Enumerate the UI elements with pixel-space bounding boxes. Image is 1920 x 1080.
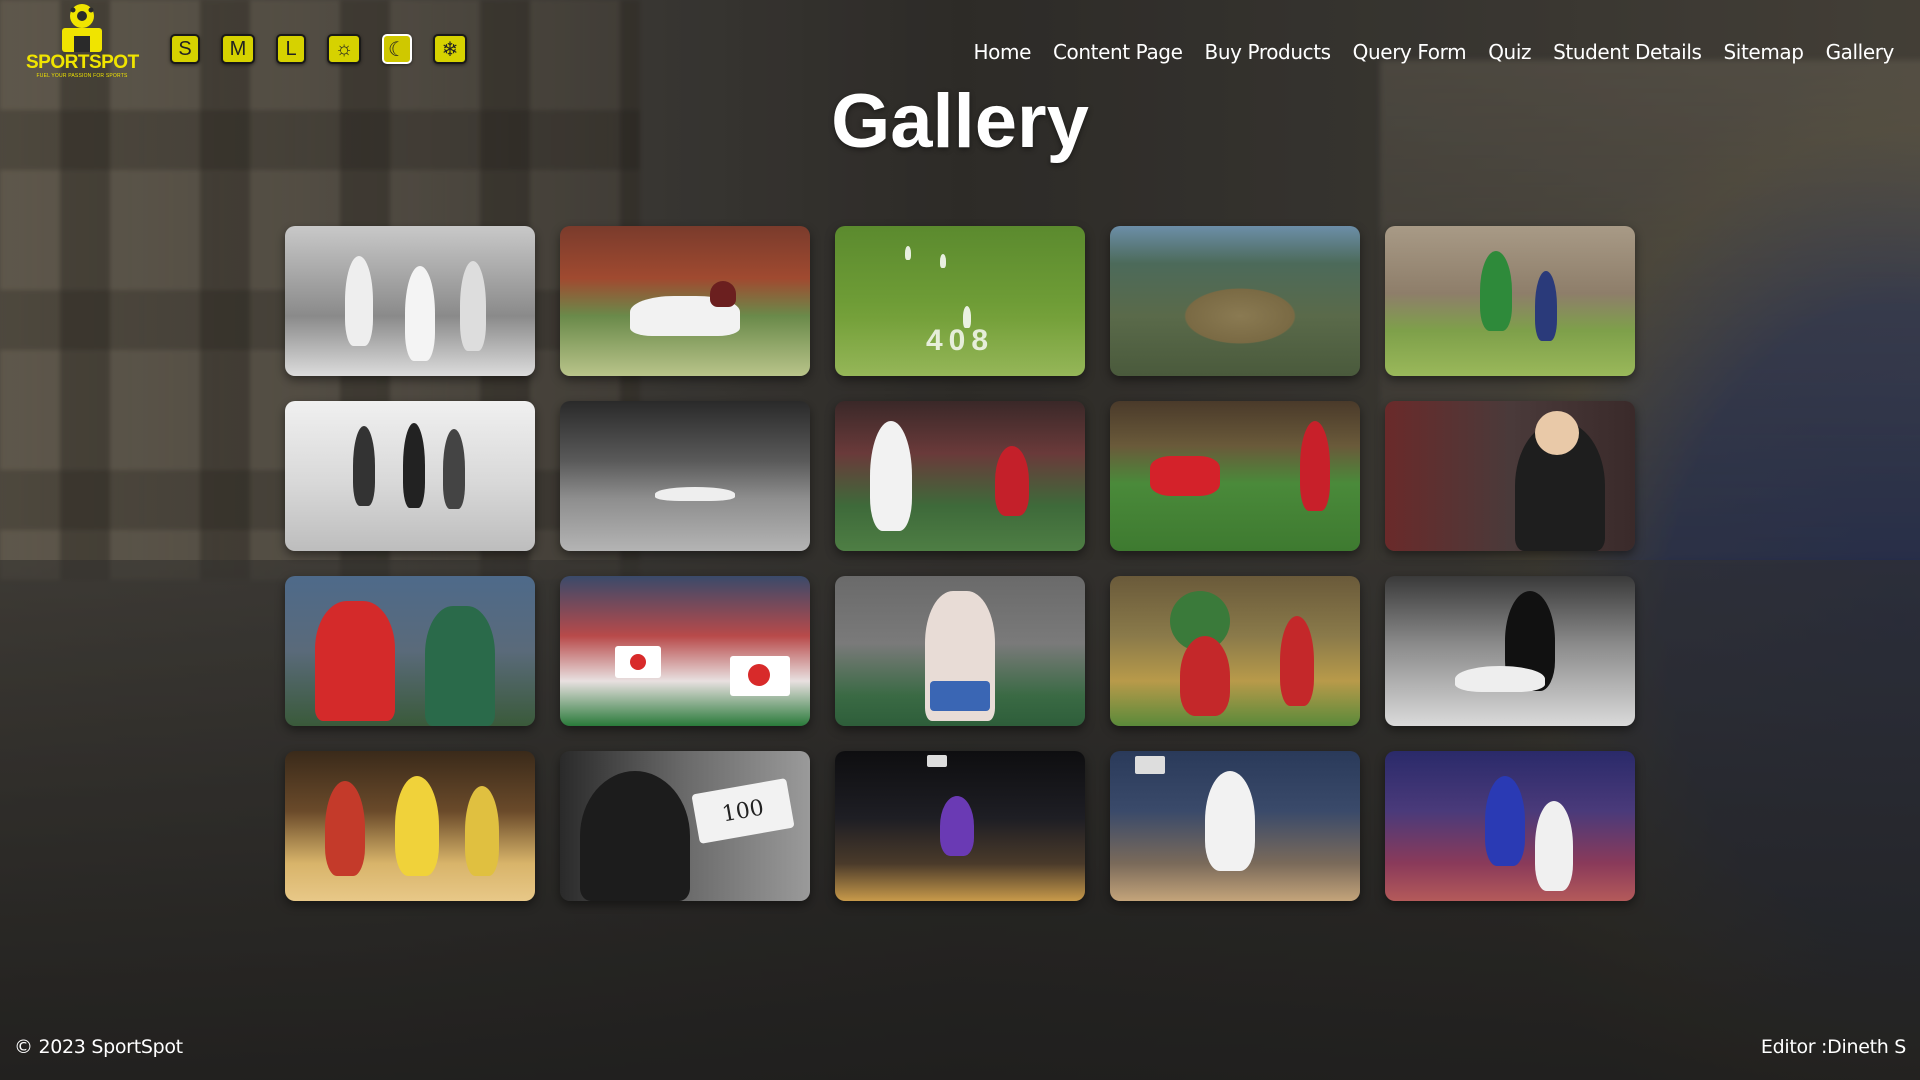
font-small-button[interactable]: S	[170, 34, 200, 64]
gallery-image[interactable]	[285, 576, 535, 726]
gallery-image[interactable]	[1385, 226, 1635, 376]
pitch-marking-text: 408	[925, 324, 995, 357]
gallery-image[interactable]	[1110, 226, 1360, 376]
footer: © 2023 SportSpot Editor :Dineth S	[14, 1036, 1906, 1058]
gallery-image[interactable]: 408	[835, 226, 1085, 376]
sun-icon[interactable]: ☼	[327, 34, 361, 64]
gallery-image[interactable]	[1110, 576, 1360, 726]
nav-quiz[interactable]: Quiz	[1488, 40, 1531, 64]
gallery-grid: 408 100	[285, 226, 1635, 901]
snowflake-icon[interactable]: ❄	[433, 34, 467, 64]
gallery-image[interactable]	[1385, 401, 1635, 551]
gallery-image[interactable]	[560, 576, 810, 726]
brand-name: SPORTSPOT	[26, 52, 139, 73]
nav-buy-products[interactable]: Buy Products	[1205, 40, 1332, 64]
copyright-text: © 2023 SportSpot	[14, 1036, 183, 1058]
main-nav: Home Content Page Buy Products Query For…	[974, 40, 1895, 64]
font-large-button[interactable]: L	[276, 34, 306, 64]
logo-mascot-icon	[62, 4, 102, 52]
gallery-image[interactable]	[1110, 751, 1360, 901]
gallery-image[interactable]	[560, 401, 810, 551]
accessibility-controls: S M L ☼ ☾ ❄	[170, 34, 467, 64]
gallery-image[interactable]	[835, 401, 1085, 551]
nav-sitemap[interactable]: Sitemap	[1724, 40, 1804, 64]
moon-icon[interactable]: ☾	[382, 34, 412, 64]
gallery-image[interactable]	[1385, 751, 1635, 901]
nav-query-form[interactable]: Query Form	[1353, 40, 1467, 64]
page-title: Gallery	[831, 79, 1089, 164]
gallery-image[interactable]: 100	[560, 751, 810, 901]
gallery-image[interactable]	[1385, 576, 1635, 726]
gallery-image[interactable]	[285, 401, 535, 551]
gallery-image[interactable]	[1110, 401, 1360, 551]
nav-gallery[interactable]: Gallery	[1826, 40, 1895, 64]
font-medium-button[interactable]: M	[221, 34, 255, 64]
gallery-image[interactable]	[835, 751, 1085, 901]
editor-credit: Editor :Dineth S	[1760, 1036, 1906, 1058]
gallery-image[interactable]	[835, 576, 1085, 726]
gallery-image[interactable]	[560, 226, 810, 376]
sportspot-logo[interactable]: SPORTSPOT FUEL YOUR PASSION FOR SPORTS	[26, 2, 139, 82]
nav-content-page[interactable]: Content Page	[1053, 40, 1183, 64]
gallery-image[interactable]	[285, 751, 535, 901]
gallery-image[interactable]	[285, 226, 535, 376]
nav-student-details[interactable]: Student Details	[1553, 40, 1702, 64]
nav-home[interactable]: Home	[974, 40, 1032, 64]
